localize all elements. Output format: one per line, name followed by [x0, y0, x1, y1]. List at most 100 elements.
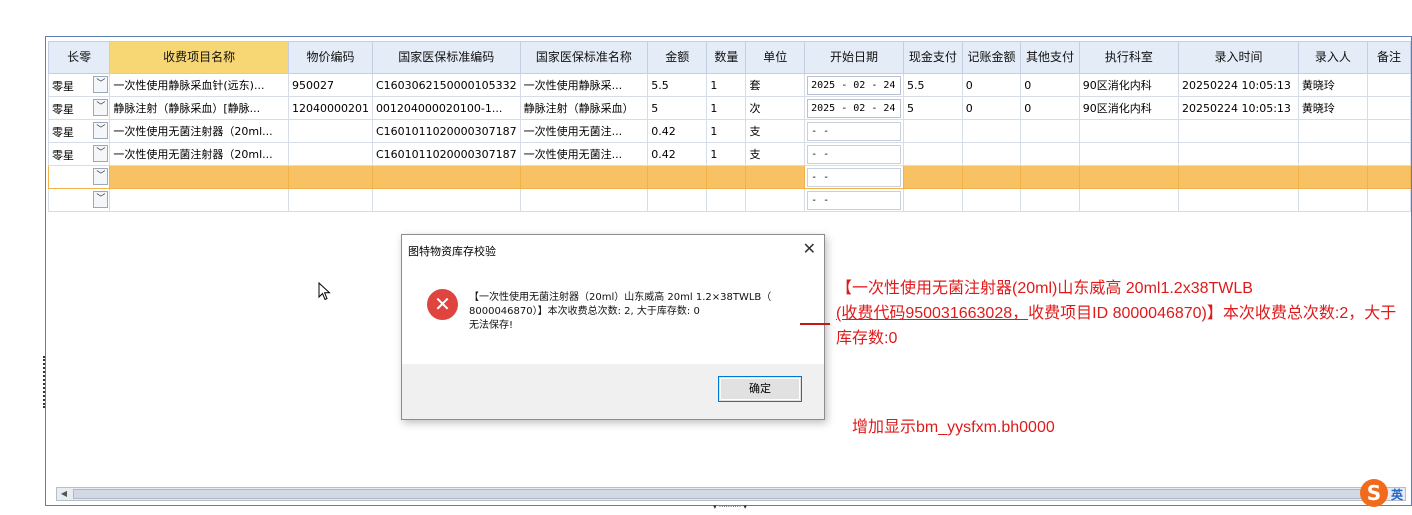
cell-note[interactable] [1366, 188, 1411, 212]
cell-dept[interactable] [1078, 188, 1180, 212]
ime-indicator[interactable]: S 英 [1358, 477, 1412, 511]
cell-nat-name[interactable] [519, 188, 649, 212]
cell-cash[interactable] [902, 165, 963, 189]
start-date-field[interactable]: - - [804, 188, 904, 212]
cell-account[interactable] [961, 165, 1022, 189]
column-header[interactable]: 记账金额 [961, 41, 1022, 74]
cell-other[interactable]: 0 [1020, 96, 1080, 120]
cell-nat-code[interactable]: C1603062150000105332 [371, 73, 521, 97]
start-date-value[interactable]: - - [807, 121, 901, 141]
start-date-value[interactable]: 2025 - 02 - 24 [807, 98, 901, 118]
chevron-down-icon[interactable]: ﹀ [93, 99, 109, 116]
start-date-field[interactable]: - - [804, 165, 904, 189]
cell-note[interactable] [1366, 73, 1411, 97]
column-header[interactable]: 数量 [706, 41, 747, 74]
cell-nat-name[interactable]: 一次性使用静脉采... [519, 73, 649, 97]
table-row[interactable]: 零星 ﹀ 一次性使用无菌注射器（20ml... C160101102000030718… [47, 142, 1411, 166]
cell-nat-code[interactable] [371, 165, 521, 189]
chevron-down-icon[interactable]: ﹀ [93, 191, 109, 208]
cell-unit[interactable]: 支 [745, 142, 806, 166]
chevron-down-icon[interactable]: ﹀ [93, 145, 109, 162]
cell-entered-by[interactable] [1297, 188, 1368, 212]
start-date-field[interactable]: - - [804, 119, 904, 143]
start-date-value[interactable]: - - [807, 144, 901, 164]
cell-name[interactable]: 一次性使用无菌注射器（20ml... [109, 119, 289, 143]
cell-name[interactable]: 静脉注射（静脉采血）[静脉... [109, 96, 289, 120]
charge-type-select[interactable]: 零星 ﹀ [47, 96, 111, 120]
cell-entered-by[interactable] [1297, 119, 1368, 143]
cell-account[interactable] [961, 142, 1022, 166]
column-header[interactable]: 收费项目名称 [109, 41, 289, 74]
cell-qty[interactable] [706, 165, 747, 189]
cell-price-code[interactable]: 12040000201 [287, 96, 373, 120]
cell-amount[interactable] [647, 188, 708, 212]
cell-nat-name[interactable]: 一次性使用无菌注... [519, 119, 649, 143]
cell-amount[interactable]: 5.5 [647, 73, 708, 97]
cell-price-code[interactable] [287, 142, 373, 166]
charge-type-select[interactable]: 零星 ﹀ [47, 142, 111, 166]
cell-unit[interactable] [745, 165, 806, 189]
table-row[interactable]: 零星 ﹀ 静脉注射（静脉采血）[静脉... 12040000201 0012040000… [47, 96, 1411, 120]
chevron-down-icon[interactable]: ﹀ [93, 76, 109, 93]
cell-qty[interactable] [706, 188, 747, 212]
start-date-value[interactable]: 2025 - 02 - 24 [807, 75, 901, 95]
bottom-splitter-handle[interactable]: ▾ ·········· ▾ [690, 503, 770, 511]
column-header[interactable]: 物价编码 [287, 41, 373, 74]
cell-entered-by[interactable] [1297, 142, 1368, 166]
start-date-value[interactable]: - - [807, 190, 901, 210]
cell-nat-code[interactable]: 001204000020100-1... [371, 96, 521, 120]
charge-type-select[interactable]: 零星 ﹀ [47, 119, 111, 143]
column-header[interactable]: 执行科室 [1078, 41, 1180, 74]
cell-nat-code[interactable] [371, 188, 521, 212]
cell-unit[interactable] [745, 188, 806, 212]
cell-nat-code[interactable]: C1601011020000307187 [371, 142, 521, 166]
cell-nat-code[interactable]: C1601011020000307187 [371, 119, 521, 143]
cell-price-code[interactable] [287, 188, 373, 212]
cell-account[interactable]: 0 [961, 73, 1022, 97]
cell-dept[interactable]: 90区消化内科 [1078, 96, 1180, 120]
cell-note[interactable] [1366, 96, 1411, 120]
table-row[interactable]: ﹀ - - [47, 188, 1411, 212]
cell-qty[interactable]: 1 [706, 142, 747, 166]
charge-type-select[interactable]: 零星 ﹀ [47, 73, 111, 97]
cell-entry-time[interactable] [1178, 188, 1299, 212]
start-date-field[interactable]: 2025 - 02 - 24 [804, 96, 904, 120]
cell-note[interactable] [1366, 119, 1411, 143]
cell-entry-time[interactable] [1178, 119, 1299, 143]
column-header[interactable]: 国家医保标准名称 [519, 41, 649, 74]
cell-account[interactable] [961, 188, 1022, 212]
table-row[interactable]: ﹀ - - [47, 165, 1411, 189]
cell-cash[interactable] [902, 142, 963, 166]
chevron-down-icon[interactable]: ﹀ [93, 168, 109, 185]
cell-nat-name[interactable] [519, 165, 649, 189]
close-icon[interactable]: ✕ [803, 239, 816, 258]
charge-type-select[interactable]: ﹀ [47, 165, 111, 189]
cell-amount[interactable] [647, 165, 708, 189]
cell-unit[interactable]: 次 [745, 96, 806, 120]
cell-account[interactable] [961, 119, 1022, 143]
cell-name[interactable] [109, 188, 289, 212]
cell-entry-time[interactable] [1178, 142, 1299, 166]
cell-other[interactable]: 0 [1020, 73, 1080, 97]
cell-qty[interactable]: 1 [706, 119, 747, 143]
cell-nat-name[interactable]: 一次性使用无菌注... [519, 142, 649, 166]
cell-name[interactable] [109, 165, 289, 189]
cell-qty[interactable]: 1 [706, 96, 747, 120]
cell-price-code[interactable] [287, 119, 373, 143]
cell-dept[interactable]: 90区消化内科 [1078, 73, 1180, 97]
cell-account[interactable]: 0 [961, 96, 1022, 120]
sogou-logo-icon[interactable]: S [1360, 479, 1388, 507]
column-header[interactable]: 现金支付 [902, 41, 963, 74]
cell-price-code[interactable]: 950027 [287, 73, 373, 97]
cell-amount[interactable]: 0.42 [647, 142, 708, 166]
column-header[interactable]: 金额 [647, 41, 708, 74]
cell-other[interactable] [1020, 119, 1080, 143]
cell-dept[interactable] [1078, 142, 1180, 166]
ok-button[interactable]: 确定 [718, 376, 802, 402]
table-row[interactable]: 零星 ﹀ 一次性使用静脉采血针(远东)... 950027 C1603062150000… [47, 73, 1411, 97]
cell-note[interactable] [1366, 165, 1411, 189]
cell-other[interactable] [1020, 142, 1080, 166]
left-splitter-handle[interactable] [43, 356, 46, 408]
horizontal-scrollbar[interactable]: ◀ [56, 487, 1406, 501]
charge-type-select[interactable]: ﹀ [47, 188, 111, 212]
